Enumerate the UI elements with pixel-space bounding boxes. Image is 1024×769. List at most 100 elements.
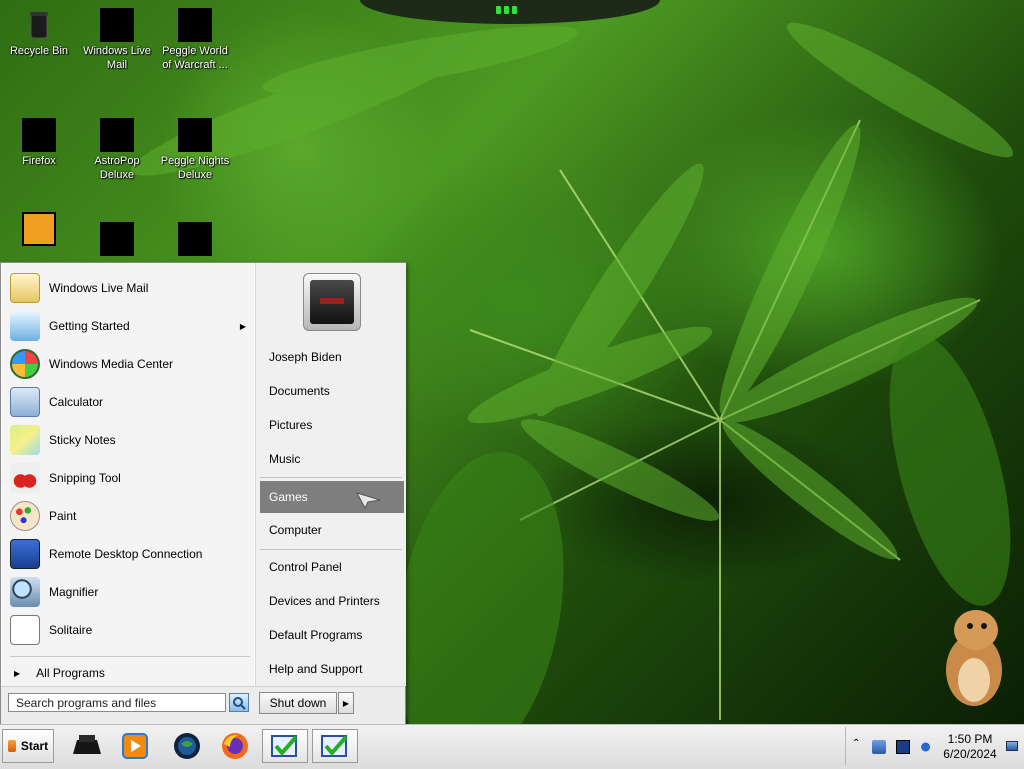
notification-area: ⌃ 1:50 PM 6/20/2024 xyxy=(845,727,1022,765)
place-devices-and-printers[interactable]: Devices and Printers xyxy=(260,586,404,616)
place-pictures[interactable]: Pictures xyxy=(260,410,404,440)
place-games[interactable]: Games xyxy=(260,481,404,513)
taskbar-pinned-media-player[interactable] xyxy=(112,729,158,763)
desktop-icon-recycle-bin[interactable]: Recycle Bin xyxy=(0,8,78,58)
desktop-icon-unnamed-2[interactable] xyxy=(78,222,156,258)
desktop-icon-firefox[interactable]: Firefox xyxy=(0,118,78,168)
search-input[interactable]: Search programs and files xyxy=(8,693,226,712)
place-label: Devices and Printers xyxy=(269,594,380,608)
shut-down-options-button[interactable]: ▶ xyxy=(338,692,354,714)
program-sticky-notes[interactable]: Sticky Notes xyxy=(10,422,250,458)
application-icon xyxy=(100,222,134,256)
desktop-icon-unnamed-1[interactable] xyxy=(0,212,78,248)
programs-separator xyxy=(10,656,250,657)
program-getting-started[interactable]: Getting Started ▶ xyxy=(10,308,250,344)
cards-icon xyxy=(10,615,40,645)
media-player-icon xyxy=(122,733,148,759)
checkmark-window-icon xyxy=(321,735,348,757)
desktop-icon-label: Firefox xyxy=(22,155,56,167)
peggle-icon xyxy=(178,8,212,42)
system-clock[interactable]: 1:50 PM 6/20/2024 xyxy=(940,732,1000,762)
place-label: Control Panel xyxy=(269,560,342,574)
place-music[interactable]: Music xyxy=(260,444,404,474)
program-windows-media-center[interactable]: Windows Media Center xyxy=(10,346,250,382)
start-menu-places-pane: Joseph Biden Documents Pictures Music Ga… xyxy=(255,263,406,686)
network-icon[interactable] xyxy=(872,740,886,754)
all-programs-label: All Programs xyxy=(36,666,105,680)
place-control-panel[interactable]: Control Panel xyxy=(260,552,404,582)
start-menu: Windows Live Mail Getting Started ▶ Wind… xyxy=(0,262,406,726)
desktop-icon-label: Peggle Nights Deluxe xyxy=(160,155,230,181)
start-orb-icon xyxy=(7,740,16,752)
hamster-figure xyxy=(946,610,1002,706)
all-programs-button[interactable]: ▶ All Programs xyxy=(10,662,250,684)
place-documents[interactable]: Documents xyxy=(260,376,404,406)
user-avatar[interactable] xyxy=(303,273,361,331)
application-icon xyxy=(178,222,212,256)
volume-icon[interactable] xyxy=(920,740,934,754)
search-placeholder: Search programs and files xyxy=(16,695,157,710)
program-solitaire[interactable]: Solitaire xyxy=(10,612,250,648)
place-user-folder[interactable]: Joseph Biden xyxy=(260,342,404,372)
place-label: Music xyxy=(269,452,301,466)
program-label: Solitaire xyxy=(49,623,93,637)
desktop-icon-peggle-world-of-warcraft[interactable]: Peggle World of Warcraft ... xyxy=(156,8,234,72)
program-paint[interactable]: Paint xyxy=(10,498,250,534)
taskbar: Start ⌃ 1:50 PM 6/20/2024 xyxy=(0,724,1024,769)
desktop-icon-label: AstroPop Deluxe xyxy=(94,155,140,181)
start-menu-footer: Search programs and files Shut down ▶ xyxy=(1,686,405,726)
monitor-icon[interactable] xyxy=(896,740,910,754)
astropop-icon xyxy=(100,118,134,152)
program-label: Snipping Tool xyxy=(49,471,121,485)
taskbar-pinned-globe[interactable] xyxy=(164,729,210,763)
desktop-icon-unnamed-3[interactable] xyxy=(156,222,234,258)
recycle-bin-icon xyxy=(22,8,56,42)
program-label: Sticky Notes xyxy=(49,433,116,447)
printer-icon xyxy=(73,735,101,754)
search-button[interactable] xyxy=(229,693,249,712)
desktop-icon-astropop-deluxe[interactable]: AstroPop Deluxe xyxy=(78,118,156,182)
mail-icon xyxy=(100,8,134,42)
program-remote-desktop-connection[interactable]: Remote Desktop Connection xyxy=(10,536,250,572)
taskbar-pinned-printer[interactable] xyxy=(64,729,110,763)
place-label: Computer xyxy=(269,523,322,537)
place-label: Help and Support xyxy=(269,662,363,676)
getting-started-icon xyxy=(10,311,40,341)
program-windows-live-mail[interactable]: Windows Live Mail xyxy=(10,270,250,306)
shut-down-button[interactable]: Shut down xyxy=(259,692,337,714)
program-calculator[interactable]: Calculator xyxy=(10,384,250,420)
program-magnifier[interactable]: Magnifier xyxy=(10,574,250,610)
start-button[interactable]: Start xyxy=(2,729,54,763)
desktop-icon-label: Windows Live Mail xyxy=(83,45,151,71)
firefox-icon xyxy=(222,733,248,759)
places-separator xyxy=(260,477,402,478)
expand-arrow-icon: ▶ xyxy=(14,668,21,678)
place-default-programs[interactable]: Default Programs xyxy=(260,620,404,650)
sticky-notes-icon xyxy=(10,425,40,455)
program-label: Getting Started xyxy=(49,319,130,333)
place-label: Pictures xyxy=(269,418,313,432)
desktop-icon-peggle-nights-deluxe[interactable]: Peggle Nights Deluxe xyxy=(156,118,234,182)
place-computer[interactable]: Computer xyxy=(260,515,404,545)
taskbar-window-checkmark-2[interactable] xyxy=(312,729,358,763)
place-label: Games xyxy=(269,490,308,504)
show-hidden-icons-chevron-icon[interactable]: ⌃ xyxy=(852,738,866,752)
application-icon xyxy=(22,212,56,246)
magnifier-icon xyxy=(10,577,40,607)
checkmark-window-icon xyxy=(271,735,298,757)
clock-time: 1:50 PM xyxy=(947,732,993,746)
taskbar-window-checkmark-1[interactable] xyxy=(262,729,308,763)
place-label: Documents xyxy=(269,384,330,398)
desktop-icon-windows-live-mail[interactable]: Windows Live Mail xyxy=(78,8,156,72)
place-help-and-support[interactable]: Help and Support xyxy=(260,654,404,684)
desktop-icon-label: Recycle Bin xyxy=(9,45,69,57)
program-snipping-tool[interactable]: Snipping Tool xyxy=(10,460,250,496)
show-desktop-icon[interactable] xyxy=(1006,741,1018,751)
start-label: Start xyxy=(20,739,49,753)
globe-icon xyxy=(174,733,200,759)
scissors-icon xyxy=(10,463,40,493)
taskbar-pinned-firefox[interactable] xyxy=(212,729,258,763)
shut-down-label: Shut down xyxy=(269,696,327,710)
palette-icon xyxy=(10,501,40,531)
calculator-icon xyxy=(10,387,40,417)
